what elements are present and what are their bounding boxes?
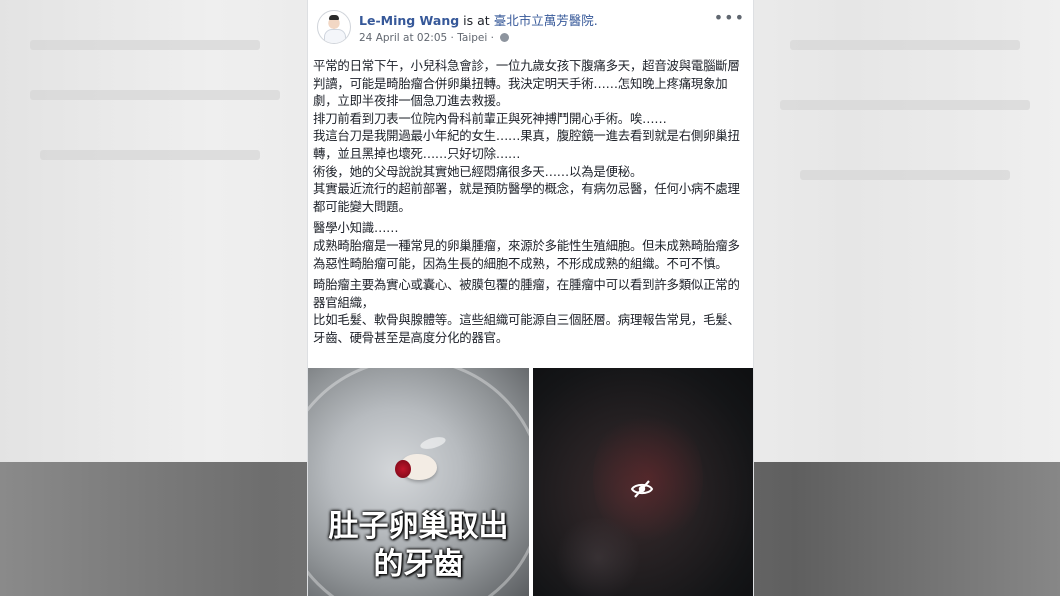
post-meta: 24 April at 02:05 · Taipei · xyxy=(359,32,510,44)
hidden-photo[interactable] xyxy=(533,368,753,596)
post-paragraph: 平常的日常下午，小兒科急會診，一位九歲女孩下腹痛多天，超音波與電腦斷層判讀，可能… xyxy=(313,58,740,214)
eye-slash-icon[interactable] xyxy=(630,477,654,501)
blurred-text-decoration xyxy=(790,40,1020,50)
post-body: 平常的日常下午，小兒科急會診，一位九歲女孩下腹痛多天，超音波與電腦斷層判讀，可能… xyxy=(313,57,745,351)
photo-caption-line2: 的牙齒 xyxy=(373,547,464,582)
author-line: Le-Ming Wang is at 臺北市立萬芳醫院. xyxy=(359,10,598,29)
blurred-text-decoration xyxy=(40,150,260,160)
post-paragraph: 畸胎瘤主要為實心或囊心、被膜包覆的腫瘤，在腫瘤中可以看到許多類似正常的器官組織，… xyxy=(313,277,740,345)
place-link[interactable]: 臺北市立萬芳醫院. xyxy=(494,13,598,28)
blurred-text-decoration xyxy=(800,170,1010,180)
timestamp-link[interactable]: 24 April at 02:05 xyxy=(359,32,447,44)
is-at-text: is at xyxy=(463,13,490,28)
blurred-text-decoration xyxy=(30,40,260,50)
post-header: Le-Ming Wang is at 臺北市立萬芳醫院. 24 April at… xyxy=(308,0,753,50)
blurred-content xyxy=(553,518,643,596)
ellipsis-icon[interactable]: ••• xyxy=(714,8,745,27)
author-name-link[interactable]: Le-Ming Wang xyxy=(359,13,459,28)
location-link[interactable]: Taipei xyxy=(457,32,487,44)
globe-icon xyxy=(500,33,510,42)
tooth-blood xyxy=(395,460,411,478)
avatar[interactable] xyxy=(317,10,351,44)
blurred-text-decoration xyxy=(30,90,280,100)
photo-caption-line1: 肚子卵巢取出 xyxy=(328,509,509,544)
post-paragraph: 醫學小知識…… 成熟畸胎瘤是一種常見的卵巢腫瘤，來源於多能性生殖細胞。但未成熟畸… xyxy=(313,220,740,271)
facebook-post: Le-Ming Wang is at 臺北市立萬芳醫院. 24 April at… xyxy=(307,0,754,596)
blurred-text-decoration xyxy=(780,100,1030,110)
